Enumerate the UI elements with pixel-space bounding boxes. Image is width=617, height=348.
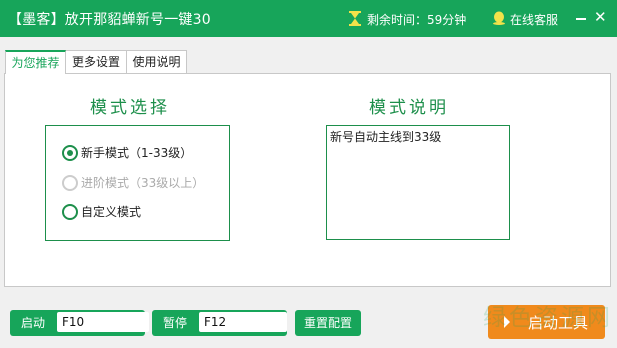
mode-description-box: 新号自动主线到33级 [326,125,510,240]
radio-label: 新手模式（1-33级） [81,146,193,160]
watermark: 绿色资源网 [483,305,613,331]
radio-label: 进阶模式（33级以上） [81,176,205,190]
reset-config-button[interactable]: 重置配置 [295,310,361,336]
qq-service-icon[interactable] [492,11,506,25]
tab-more-settings[interactable]: 更多设置 [65,50,127,74]
pause-hotkey-group: 暂停 F12 [152,310,287,336]
radio-button[interactable] [62,204,78,220]
mode-description-text: 新号自动主线到33级 [330,130,442,144]
title-bar: 【墨客】放开那貂蝉新号一键30 剩余时间：59分钟 在线客服 ✕ [0,0,617,37]
window-title: 【墨客】放开那貂蝉新号一键30 [8,12,211,28]
pause-label: 暂停 [163,316,188,330]
start-label: 启动 [21,316,46,330]
start-hotkey-input[interactable]: F10 [57,312,149,332]
tab-recommended[interactable]: 为您推荐 [5,50,66,75]
remaining-time: 剩余时间：59分钟 [367,13,467,27]
minimize-icon[interactable] [573,9,589,25]
radio-label: 自定义模式 [81,205,142,219]
mode-desc-heading: 模式说明 [369,98,449,118]
radio-button-checked[interactable] [62,145,78,161]
tab-instructions[interactable]: 使用说明 [126,50,187,74]
radio-button-disabled [62,175,78,191]
pause-hotkey-input[interactable]: F12 [199,312,287,332]
close-icon[interactable]: ✕ [594,8,607,26]
mode-options-box: 新手模式（1-33级） 进阶模式（33级以上） 自定义模式 [45,125,230,241]
start-hotkey-group: 启动 F10 [10,310,149,336]
online-service-link[interactable]: 在线客服 [510,11,558,28]
mode-select-heading: 模式选择 [90,98,170,118]
hourglass-icon [349,11,361,26]
